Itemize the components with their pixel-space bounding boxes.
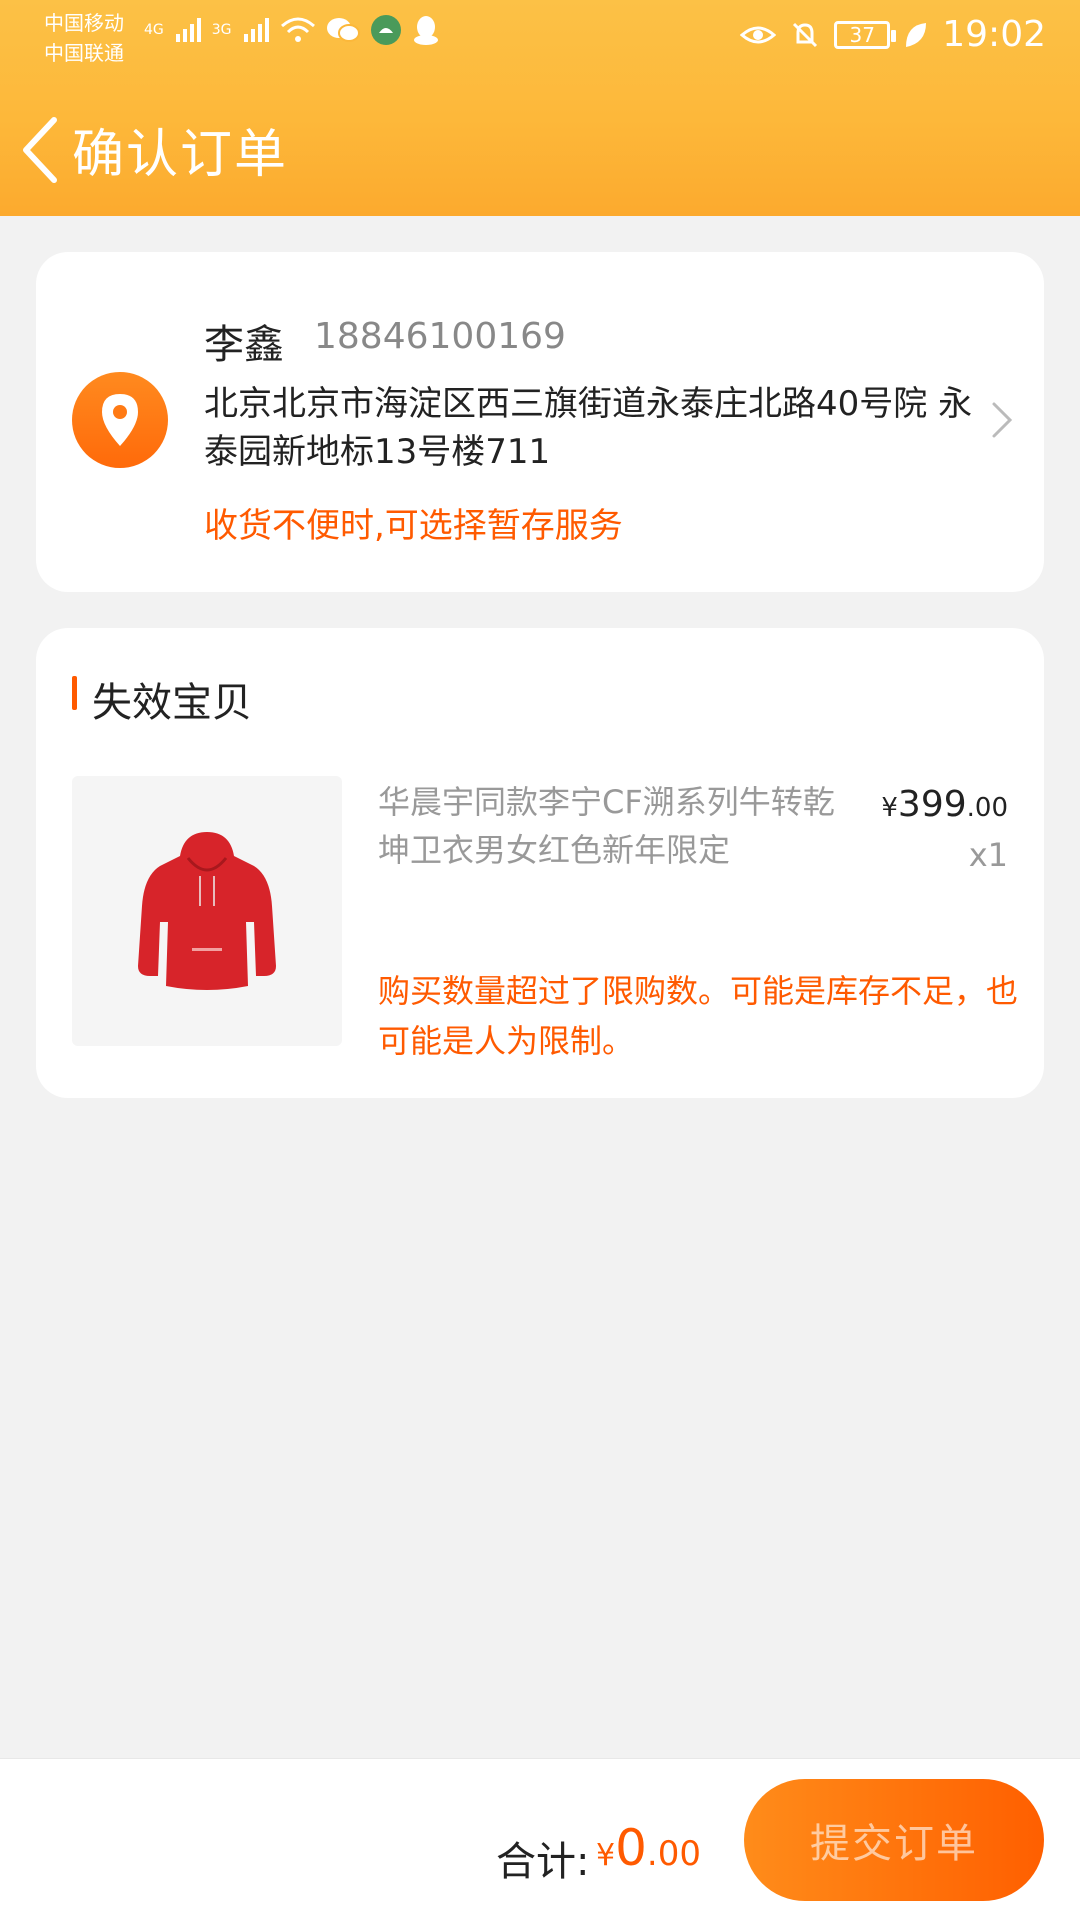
total-decimal: .00 xyxy=(646,1834,701,1874)
mute-bell-icon xyxy=(793,22,818,47)
total-amount: ¥0.00 xyxy=(596,1819,701,1877)
recipient-name: 李鑫 xyxy=(204,322,284,368)
android-app-icon xyxy=(370,15,401,45)
total-integer: 0 xyxy=(615,1819,647,1877)
product-title[interactable]: 华晨宇同款李宁CF溯系列牛转乾坤卫衣男女红色新年限定 xyxy=(378,778,838,874)
bottom-bar: 合计: ¥0.00 提交订单 xyxy=(0,1758,1080,1920)
net-3g-label: 3G xyxy=(211,22,232,38)
address-card[interactable]: 李鑫 18846100169 北京北京市海淀区西三旗街道永泰庄北路40号院 永泰… xyxy=(36,252,1044,592)
status-icons-right: 37 19:02 xyxy=(740,14,1046,55)
invalid-reason: 购买数量超过了限购数。可能是库存不足，也可能是人为限制。 xyxy=(378,972,1019,1060)
battery-indicator: 37 xyxy=(834,20,897,49)
carrier-2: 中国联通 xyxy=(44,41,124,65)
back-button[interactable] xyxy=(16,110,64,190)
chevron-left-icon xyxy=(23,117,57,183)
invalid-items-card: 失效宝贝 华晨宇同款李宁CF溯系列牛转乾坤卫衣男女红色新年限定 ¥399.00 … xyxy=(36,628,1044,1098)
status-bar: 中国移动 中国联通 4G 3G 37 19:02 xyxy=(0,0,1080,80)
status-icons-left: 4G 3G xyxy=(144,14,440,46)
price-integer: 399 xyxy=(897,784,967,825)
section-title: 失效宝贝 xyxy=(92,680,252,726)
total-symbol: ¥ xyxy=(596,1838,616,1873)
recipient-phone: 18846100169 xyxy=(314,316,566,357)
price-decimal: .00 xyxy=(966,793,1008,823)
wechat-icon xyxy=(326,18,360,42)
signal-icon xyxy=(243,18,269,42)
price-symbol: ¥ xyxy=(881,793,898,823)
signal-icon xyxy=(175,18,201,42)
address-detail: 北京北京市海淀区西三旗街道永泰庄北路40号院 永泰园新地标13号楼711 xyxy=(204,384,973,472)
location-pin-icon xyxy=(72,372,168,468)
submit-order-button[interactable]: 提交订单 xyxy=(744,1779,1044,1901)
wifi-icon xyxy=(280,17,315,42)
app-header: 中国移动 中国联通 4G 3G 37 19:02 确认订单 xyxy=(0,0,1080,216)
carrier-1: 中国移动 xyxy=(44,11,124,35)
product-thumbnail[interactable] xyxy=(72,776,342,1046)
net-4g-label: 4G xyxy=(144,22,164,38)
product-quantity: x1 xyxy=(968,836,1008,874)
page-title: 确认订单 xyxy=(72,125,289,185)
carrier-info: 中国移动 中国联通 xyxy=(44,8,124,68)
total-label: 合计: xyxy=(496,1839,590,1885)
clock: 19:02 xyxy=(942,14,1046,55)
qq-icon xyxy=(413,16,438,45)
product-price: ¥399.00 xyxy=(881,784,1008,825)
nav-bar: 确认订单 xyxy=(0,100,1080,200)
section-accent-bar xyxy=(72,676,77,710)
chevron-right-icon[interactable] xyxy=(990,400,1014,440)
red-hoodie-image xyxy=(138,832,276,990)
leaf-icon xyxy=(906,22,927,47)
eye-icon xyxy=(740,26,777,43)
temporary-storage-tip[interactable]: 收货不便时,可选择暂存服务 xyxy=(204,498,623,547)
